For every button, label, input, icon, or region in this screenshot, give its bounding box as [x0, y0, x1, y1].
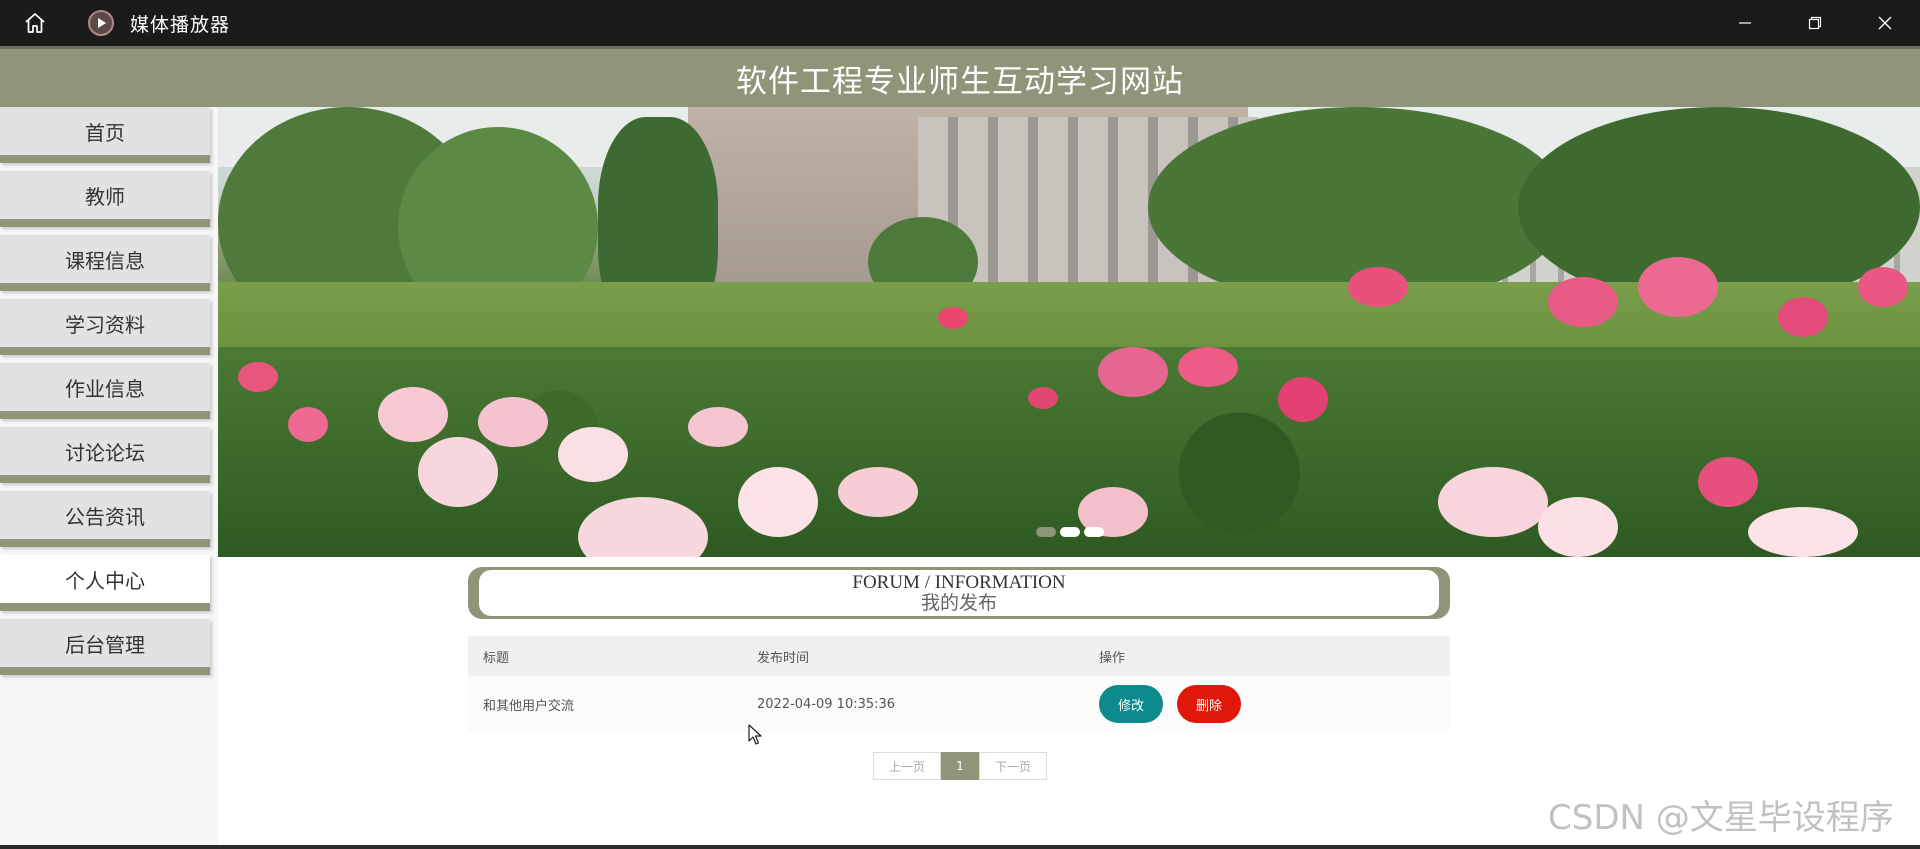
banner-flower	[1858, 267, 1908, 307]
window-title: 媒体播放器	[130, 13, 231, 36]
banner-flower	[938, 307, 968, 329]
banner-flower	[1098, 347, 1168, 397]
sidebar-item-label: 个人中心	[65, 568, 145, 593]
minimize-icon	[1739, 22, 1751, 24]
section-heading-box: FORUM / INFORMATION 我的发布	[479, 570, 1439, 616]
post-title: 和其他用户交流	[483, 698, 575, 714]
sidebar-item-announcements[interactable]: 公告资讯	[0, 491, 210, 547]
banner-flower	[1698, 457, 1758, 507]
sidebar-item-label: 教师	[85, 184, 125, 209]
banner-flower	[1638, 257, 1718, 317]
banner-flower	[478, 397, 548, 447]
sidebar-item-label: 课程信息	[65, 248, 145, 273]
posts-table: 标题 发布时间 操作 和其他用户交流 2022-04-09 10:35:36 修…	[468, 636, 1450, 732]
banner-flower	[1748, 507, 1858, 557]
prev-page-button[interactable]: 上一页	[873, 752, 941, 780]
sidebar-item-teachers[interactable]: 教师	[0, 171, 210, 227]
banner-flower	[688, 407, 748, 447]
column-header-time: 发布时间	[757, 650, 810, 666]
play-icon	[88, 10, 114, 36]
page-number-current[interactable]: 1	[941, 752, 979, 780]
sidebar-nav: 首页 教师 课程信息 学习资料 作业信息 讨论论坛 公告资讯 个人中心 后台管理	[0, 107, 218, 849]
banner-flower	[378, 387, 448, 442]
minimize-button[interactable]	[1710, 0, 1780, 46]
banner-flower	[558, 427, 628, 482]
sidebar-item-label: 讨论论坛	[65, 440, 145, 465]
sidebar-item-forum[interactable]: 讨论论坛	[0, 427, 210, 483]
carousel-dots	[1036, 527, 1104, 537]
banner-flower	[1348, 267, 1408, 307]
edit-button[interactable]: 修改	[1099, 685, 1163, 723]
banner-flower	[418, 437, 498, 507]
mouse-cursor-icon	[748, 724, 762, 745]
sidebar-item-home[interactable]: 首页	[0, 107, 210, 163]
sidebar-item-label: 作业信息	[65, 376, 145, 401]
table-header: 标题 发布时间 操作	[468, 636, 1450, 676]
banner-flower	[1028, 387, 1058, 409]
window-titlebar: 媒体播放器	[0, 0, 1920, 46]
carousel-dot[interactable]	[1036, 527, 1056, 537]
home-button[interactable]	[0, 0, 70, 46]
column-header-title: 标题	[483, 650, 510, 666]
row-actions: 修改 删除	[1084, 685, 1450, 723]
carousel-dot[interactable]	[1060, 527, 1080, 537]
site-title: 软件工程专业师生互动学习网站	[736, 63, 1184, 100]
sidebar-item-materials[interactable]: 学习资料	[0, 299, 210, 355]
next-page-button[interactable]: 下一页	[979, 752, 1047, 780]
banner-flower	[838, 467, 918, 517]
banner-flower	[1278, 377, 1328, 422]
home-icon	[25, 13, 45, 33]
section-title: FORUM / INFORMATION	[852, 572, 1066, 593]
watermark: CSDN @文星毕设程序	[1548, 798, 1894, 838]
column-header-actions: 操作	[1099, 650, 1126, 666]
table-row: 和其他用户交流 2022-04-09 10:35:36 修改 删除	[468, 676, 1450, 732]
banner-flower	[238, 362, 278, 392]
delete-button[interactable]: 删除	[1177, 685, 1241, 723]
banner-flower	[738, 467, 818, 537]
banner-flower	[288, 407, 328, 442]
sidebar-item-courses[interactable]: 课程信息	[0, 235, 210, 291]
banner-flower	[1178, 347, 1238, 387]
sidebar-item-label: 学习资料	[65, 312, 145, 337]
sidebar-item-label: 公告资讯	[65, 504, 145, 529]
section-heading: FORUM / INFORMATION 我的发布	[468, 567, 1450, 619]
window-bottom-border	[0, 845, 1920, 849]
banner-flower	[1548, 277, 1618, 327]
section-subtitle: 我的发布	[920, 593, 997, 614]
sidebar-item-label: 首页	[85, 120, 125, 145]
banner-flower	[1538, 497, 1618, 557]
sidebar-item-personal-center[interactable]: 个人中心	[0, 555, 210, 611]
site-header: 软件工程专业师生互动学习网站	[0, 46, 1920, 107]
sidebar-item-homework[interactable]: 作业信息	[0, 363, 210, 419]
restore-icon	[1808, 16, 1822, 30]
post-time: 2022-04-09 10:35:36	[757, 696, 896, 712]
sidebar-item-label: 后台管理	[65, 632, 145, 657]
restore-button[interactable]	[1780, 0, 1850, 46]
carousel-dot[interactable]	[1084, 527, 1104, 537]
sidebar-item-admin[interactable]: 后台管理	[0, 619, 210, 675]
banner-carousel[interactable]	[218, 107, 1920, 557]
banner-flower	[1778, 297, 1828, 337]
pagination: 上一页 1 下一页	[873, 752, 1047, 780]
close-button[interactable]	[1850, 0, 1920, 46]
close-icon	[1878, 16, 1892, 30]
banner-flower	[1438, 467, 1548, 537]
